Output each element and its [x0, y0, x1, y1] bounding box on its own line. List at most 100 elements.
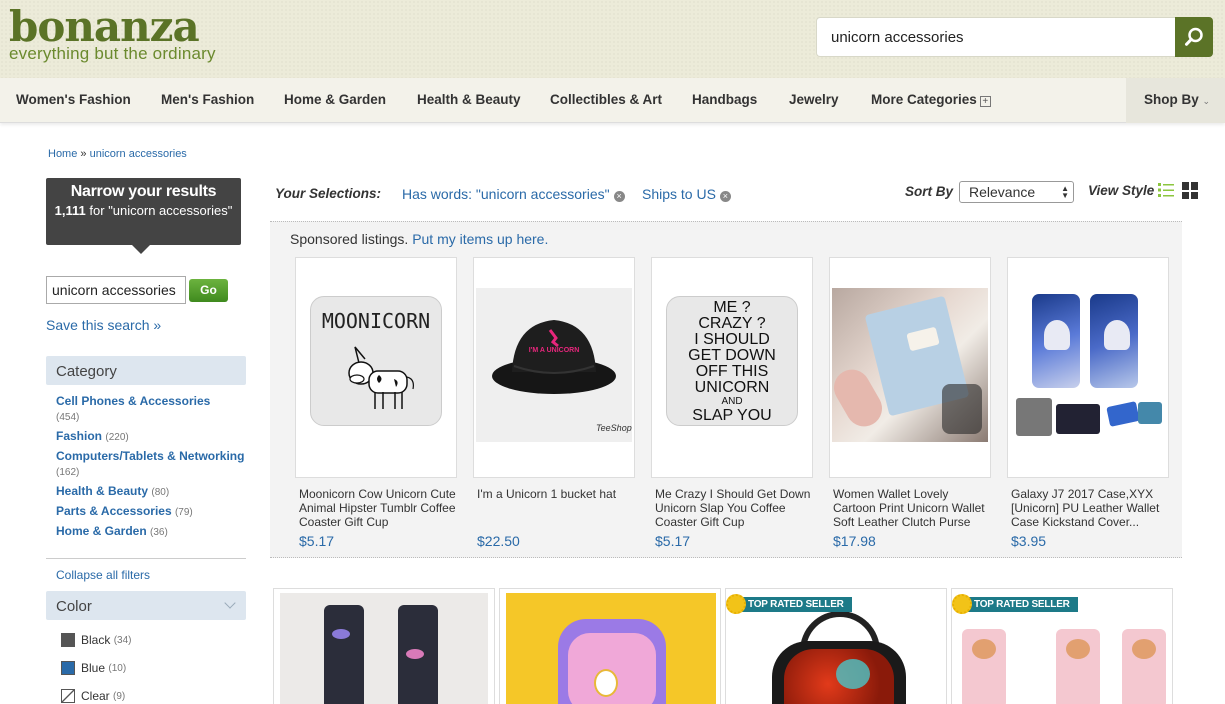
- narrow-summary: 1,111 for "unicorn accessories": [46, 201, 241, 221]
- search-button[interactable]: [1175, 17, 1213, 57]
- select-arrows-icon: ▲ ▼: [1061, 184, 1069, 200]
- narrow-title: Narrow your results: [70, 183, 217, 200]
- sort-select[interactable]: Relevance ▲ ▼: [959, 181, 1074, 203]
- selection-tag-ships-to[interactable]: Ships to US ×: [642, 186, 731, 202]
- nav-more-categories-label: More Categories: [871, 92, 977, 107]
- breadcrumb-home[interactable]: Home: [48, 148, 77, 160]
- selection-tag-label: Has words: "unicorn accessories": [402, 186, 610, 202]
- save-search-link[interactable]: Save this search »: [46, 317, 161, 333]
- result-item-card[interactable]: [499, 588, 721, 704]
- category-label: Fashion: [56, 429, 103, 443]
- category-item[interactable]: Home & Garden (36): [56, 524, 246, 540]
- coaster-line: I SHOULD: [694, 331, 770, 348]
- color-item-black[interactable]: Black (34): [61, 633, 131, 647]
- color-heading: Color: [56, 598, 92, 615]
- nav-home-garden[interactable]: Home & Garden: [284, 92, 386, 107]
- color-item-blue[interactable]: Blue (10): [61, 661, 126, 675]
- category-item[interactable]: Fashion (220): [56, 429, 246, 445]
- remove-icon[interactable]: ×: [719, 191, 731, 202]
- coaster-line: UNICORN: [694, 379, 770, 396]
- color-label: Clear: [81, 689, 110, 703]
- color-label: Black: [81, 633, 111, 647]
- sponsored-item-title[interactable]: Me Crazy I Should Get Down Unicorn Slap …: [655, 487, 815, 529]
- category-count: (162): [56, 467, 80, 478]
- sponsored-item-image[interactable]: ME ? CRAZY ? I SHOULD GET DOWN OFF THIS …: [651, 257, 813, 478]
- plus-icon: +: [979, 96, 991, 107]
- color-item-clear[interactable]: Clear (9): [61, 689, 125, 703]
- narrow-results-box: Narrow your results 1,111 for "unicorn a…: [46, 178, 241, 245]
- category-label: Computers/Tablets & Networking: [56, 449, 245, 463]
- list-view-icon[interactable]: [1158, 182, 1174, 198]
- category-count: (36): [150, 527, 168, 538]
- category-item[interactable]: Cell Phones & Accessories (454): [56, 394, 246, 425]
- color-swatch: [61, 689, 75, 703]
- category-label: Parts & Accessories: [56, 504, 172, 518]
- shop-by-label: Shop By: [1144, 92, 1199, 107]
- category-item[interactable]: Health & Beauty (80): [56, 484, 246, 500]
- logo-tagline: everything but the ordinary: [9, 44, 216, 63]
- nav-collectibles-art[interactable]: Collectibles & Art: [550, 92, 662, 107]
- sponsored-item-price: $3.95: [1011, 533, 1047, 549]
- logo-word: bonanza: [9, 2, 200, 51]
- color-label: Blue: [81, 661, 106, 675]
- bonanza-logo[interactable]: bonanza everything but the ordinary: [9, 6, 216, 64]
- hat-print-text: I'M A UNICORN: [529, 347, 580, 354]
- sort-value: Relevance: [969, 184, 1036, 200]
- sort-by-label: Sort By: [905, 184, 954, 199]
- narrow-box-pointer: [132, 245, 150, 254]
- shop-watermark: TeeShop: [596, 423, 632, 433]
- search-icon: [1185, 27, 1203, 46]
- phone-case-photo: [1008, 258, 1168, 477]
- category-count: (79): [174, 507, 193, 518]
- sponsored-item-title[interactable]: Galaxy J7 2017 Case,XYX [Unicorn] PU Lea…: [1011, 487, 1171, 529]
- sponsored-item-title[interactable]: Moonicorn Cow Unicorn Cute Animal Hipste…: [299, 487, 459, 529]
- result-item-card[interactable]: [273, 588, 495, 704]
- sponsored-item-title[interactable]: Women Wallet Lovely Cartoon Print Unicor…: [833, 487, 993, 529]
- refine-search-input[interactable]: unicorn accessories: [46, 276, 186, 304]
- selection-tag-keywords[interactable]: Has words: "unicorn accessories" ×: [402, 186, 625, 202]
- category-item[interactable]: Parts & Accessories (79): [56, 504, 246, 520]
- seal-icon: [952, 594, 972, 614]
- sponsored-item-price: $22.50: [477, 533, 520, 549]
- sponsored-item-image[interactable]: [829, 257, 991, 478]
- coaster-line: SLAP YOU: [692, 407, 772, 424]
- nav-mens-fashion[interactable]: Men's Fashion: [161, 92, 254, 107]
- sponsored-item-title[interactable]: I'm a Unicorn 1 bucket hat: [477, 487, 637, 501]
- nav-more-categories[interactable]: More Categories +: [871, 92, 991, 107]
- sponsored-item-price: $5.17: [299, 533, 335, 549]
- color-swatch: [61, 633, 75, 647]
- go-button[interactable]: Go: [189, 279, 228, 302]
- color-count: (10): [108, 662, 127, 674]
- category-count: (454): [56, 412, 80, 423]
- wallet-photo: [830, 288, 988, 442]
- color-facet-header[interactable]: Color: [46, 591, 246, 620]
- sponsored-item-price: $17.98: [833, 533, 876, 549]
- promote-items-link[interactable]: Put my items up here.: [412, 231, 548, 247]
- nav-womens-fashion[interactable]: Women's Fashion: [16, 92, 131, 107]
- breadcrumb-current[interactable]: unicorn accessories: [90, 148, 187, 160]
- sponsored-label: Sponsored listings.: [290, 231, 409, 247]
- nav-health-beauty[interactable]: Health & Beauty: [417, 92, 521, 107]
- coaster-line: OFF THIS: [695, 363, 769, 380]
- category-item[interactable]: Computers/Tablets & Networking (162): [56, 449, 246, 480]
- nav-handbags[interactable]: Handbags: [692, 92, 757, 107]
- sponsored-item-image[interactable]: MOONICORN: [295, 257, 457, 478]
- sponsored-item-image[interactable]: I'M A UNICORN TeeShop: [473, 257, 635, 478]
- coaster-line: ME ?: [713, 299, 751, 316]
- breadcrumb: Home » unicorn accessories: [48, 148, 187, 160]
- collapse-all-filters-link[interactable]: Collapse all filters: [56, 568, 150, 582]
- grid-view-icon[interactable]: [1182, 182, 1199, 199]
- result-query: for "unicorn accessories": [89, 203, 233, 218]
- category-list: Cell Phones & Accessories (454) Fashion (…: [56, 394, 246, 544]
- shop-by-menu[interactable]: Shop By ⌄: [1126, 78, 1225, 123]
- sponsored-item-image[interactable]: [1007, 257, 1169, 478]
- remove-icon[interactable]: ×: [613, 191, 625, 202]
- search-input[interactable]: unicorn accessories: [816, 17, 1176, 57]
- category-heading: Category: [56, 363, 117, 380]
- breadcrumb-separator: »: [80, 148, 87, 160]
- category-facet-header[interactable]: Category: [46, 356, 246, 385]
- nav-jewelry[interactable]: Jewelry: [789, 92, 839, 107]
- backpack-photo: [506, 593, 716, 704]
- category-label: Cell Phones & Accessories: [56, 394, 211, 408]
- facet-divider: [46, 558, 246, 559]
